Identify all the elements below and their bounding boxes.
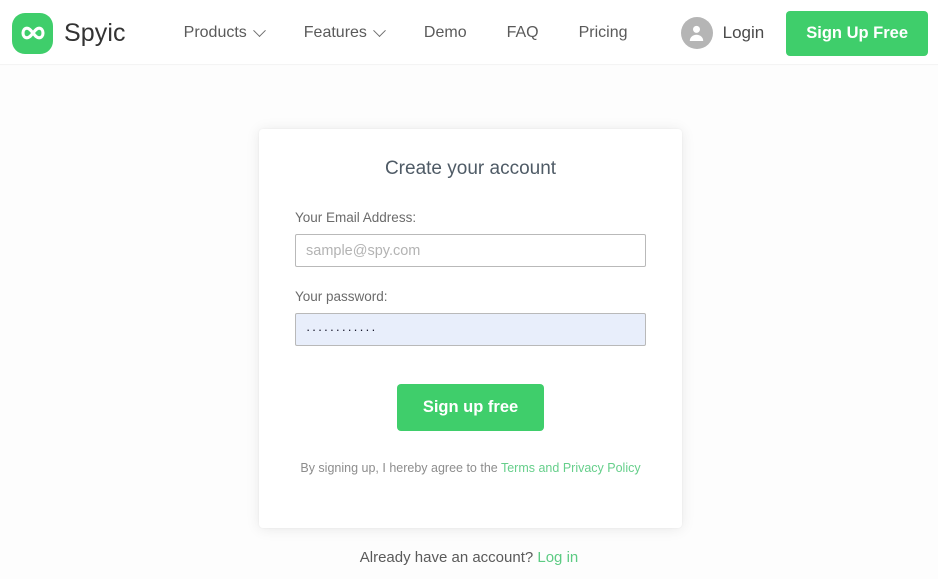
- signup-free-nav-button[interactable]: Sign Up Free: [786, 10, 928, 56]
- signup-free-submit-button[interactable]: Sign up free: [396, 384, 545, 431]
- email-field-label: Your Email Address:: [295, 210, 417, 225]
- nav-item-label: Features: [303, 24, 367, 41]
- nav-item-label: Products: [183, 24, 247, 41]
- login-label: Login: [722, 23, 765, 42]
- signup-card: Create your account Your Email Address: …: [259, 129, 682, 528]
- nav-links: Products Features Demo FAQ Pricing: [164, 16, 648, 50]
- existing-account-row: Already have an account? Log in: [0, 549, 938, 566]
- nav-item-pricing[interactable]: Pricing: [559, 16, 648, 50]
- page-title: Create your account: [384, 158, 557, 179]
- nav-item-label: FAQ: [506, 24, 539, 41]
- navbar-actions: Login Sign Up Free: [671, 10, 928, 56]
- nav-item-label: Pricing: [578, 24, 628, 41]
- existing-account-prompt: Already have an account?: [359, 549, 534, 566]
- infinity-icon: [12, 12, 53, 54]
- signup-form: Your Email Address: Your password: Sign …: [259, 210, 682, 475]
- field-spacer: [295, 267, 646, 289]
- login-button[interactable]: Login: [671, 11, 787, 55]
- nav-item-label: Demo: [423, 24, 467, 41]
- brand-logo[interactable]: Spyic: [12, 12, 126, 54]
- nav-item-products[interactable]: Products: [164, 16, 284, 50]
- terms-text: By signing up, I hereby agree to the: [300, 461, 498, 475]
- password-input[interactable]: [295, 313, 646, 346]
- login-link[interactable]: Log in: [537, 549, 578, 566]
- nav-item-features[interactable]: Features: [284, 16, 404, 50]
- password-field-label: Your password:: [295, 289, 388, 304]
- user-avatar-icon: [680, 17, 713, 49]
- top-navbar: Spyic Products Features Demo FAQ Pricing: [0, 0, 938, 66]
- email-input[interactable]: [295, 234, 646, 267]
- submit-row: Sign up free: [295, 384, 646, 431]
- chevron-down-icon: [373, 23, 386, 37]
- main-content: Create your account Your Email Address: …: [0, 66, 938, 579]
- brand-name: Spyic: [64, 18, 126, 47]
- nav-item-faq[interactable]: FAQ: [487, 16, 559, 50]
- chevron-down-icon: [252, 23, 266, 37]
- terms-notice: By signing up, I hereby agree to the Ter…: [295, 461, 646, 475]
- nav-item-demo[interactable]: Demo: [404, 16, 487, 50]
- terms-privacy-link[interactable]: Terms and Privacy Policy: [501, 461, 641, 475]
